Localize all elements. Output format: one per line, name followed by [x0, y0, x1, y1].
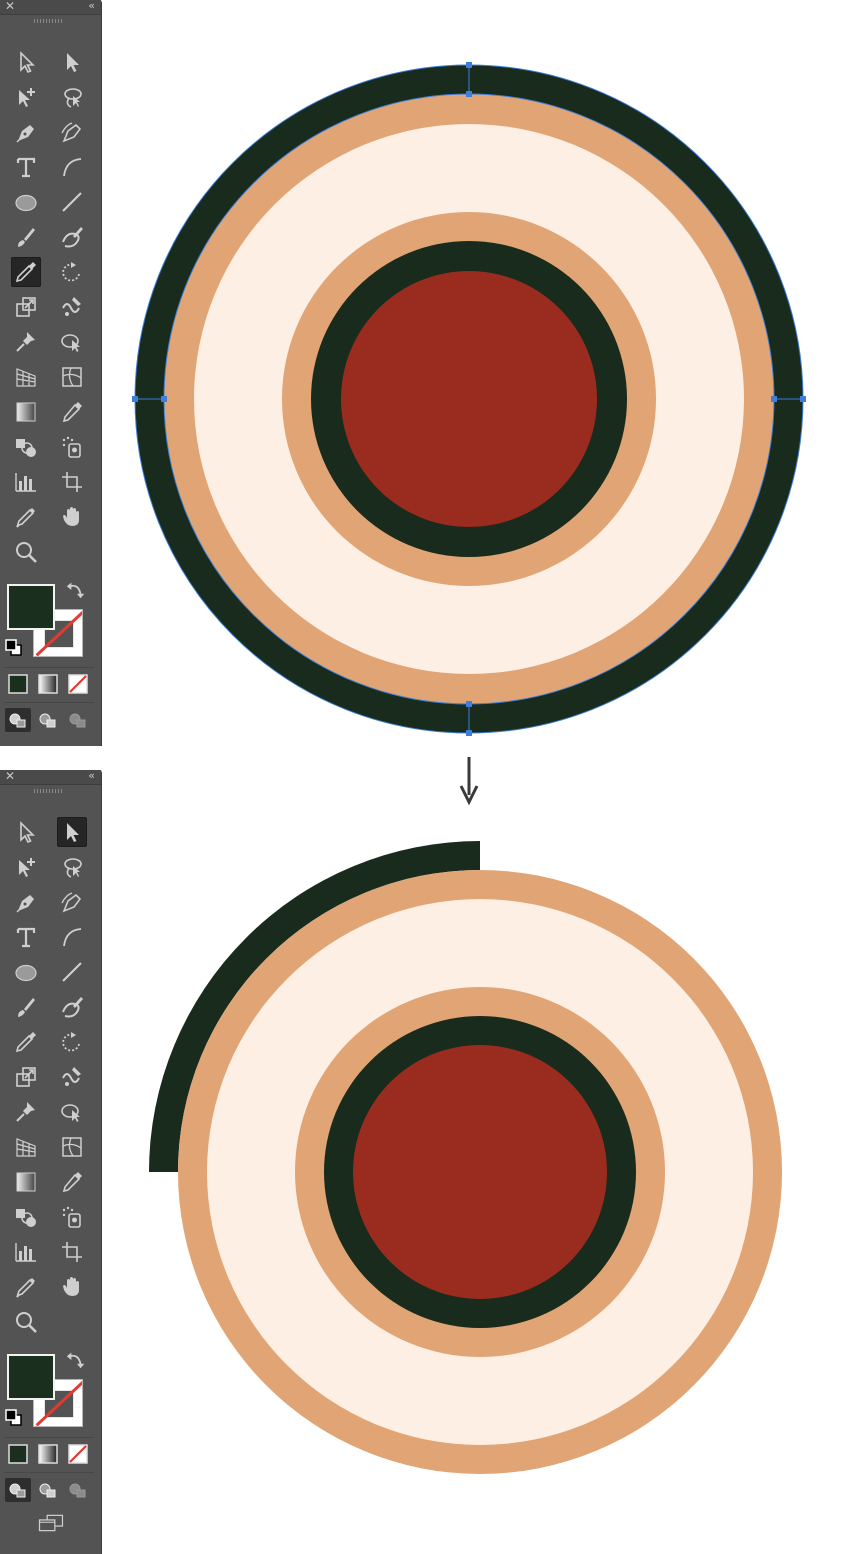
center-red-circle [353, 1045, 607, 1299]
down-arrow-icon [459, 757, 479, 806]
bottom-target-figure[interactable] [149, 841, 782, 1474]
artboard-canvas[interactable] [0, 0, 850, 1554]
top-target-figure[interactable] [132, 62, 806, 736]
center-red-circle [341, 271, 597, 527]
